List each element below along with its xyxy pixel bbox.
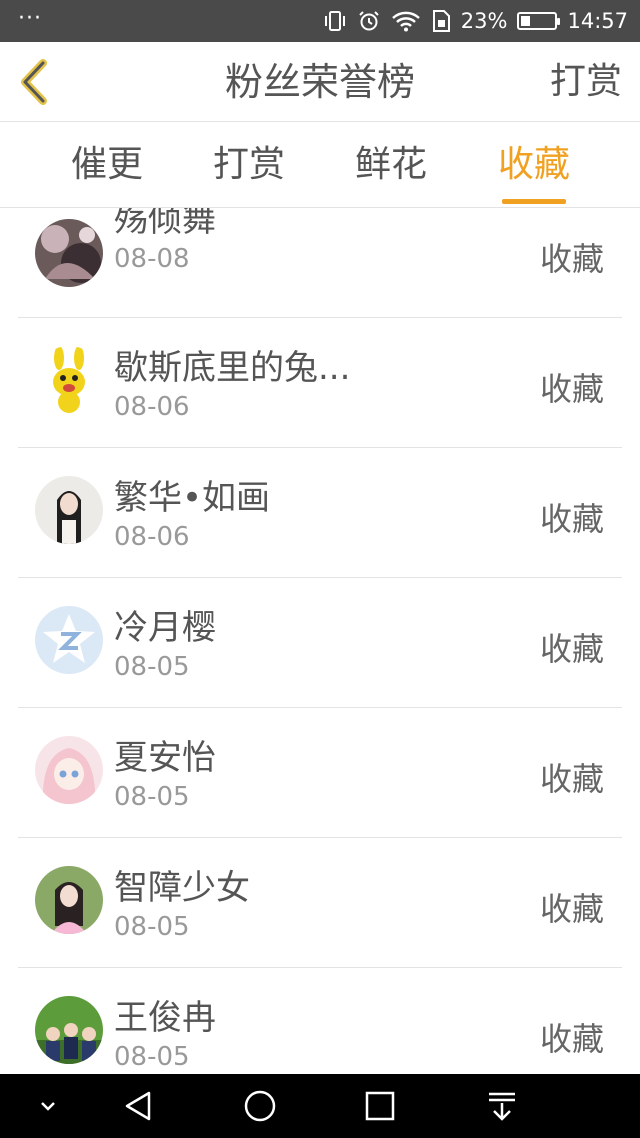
battery-percent: 23% <box>460 9 508 33</box>
circle-home-icon <box>244 1090 276 1122</box>
dark-anime-avatar <box>35 219 103 287</box>
list-item[interactable]: 王俊冉 08-05 收藏 <box>18 968 622 1074</box>
nav-notifications-button[interactable] <box>470 1074 534 1138</box>
pull-down-icon <box>489 1092 515 1121</box>
tab-favorites[interactable]: 收藏 <box>479 122 589 208</box>
status-bar: ··· 23% 14:57 <box>0 0 640 42</box>
nav-back-button[interactable] <box>106 1074 170 1138</box>
nav-collapse-button[interactable] <box>16 1074 80 1138</box>
date: 08-05 <box>114 782 190 812</box>
date: 08-05 <box>114 912 190 942</box>
date: 08-06 <box>114 522 190 552</box>
list-item[interactable]: 歇斯底里的兔... 08-06 收藏 <box>18 318 622 448</box>
list-item[interactable]: 夏安怡 08-05 收藏 <box>18 708 622 838</box>
nav-home-button[interactable] <box>228 1074 292 1138</box>
clock: 14:57 <box>567 9 628 33</box>
action-label: 收藏 <box>539 760 604 798</box>
list-item[interactable]: 殇倾舞 08-08 收藏 <box>18 208 622 318</box>
action-label: 收藏 <box>539 890 604 928</box>
date: 08-05 <box>114 652 190 682</box>
square-recents-icon <box>365 1091 395 1121</box>
tab-tip[interactable]: 打赏 <box>194 122 304 208</box>
status-notification-dots: ··· <box>18 6 42 31</box>
user-name: 智障少女 <box>114 868 250 908</box>
user-name: 王俊冉 <box>114 998 216 1038</box>
active-tab-indicator <box>502 199 566 204</box>
back-button[interactable] <box>12 56 56 108</box>
system-nav-bar <box>0 1074 640 1138</box>
app-header: 粉丝荣誉榜 打赏 <box>0 42 640 122</box>
list-item[interactable]: 繁华•如画 08-06 收藏 <box>18 448 622 578</box>
nav-recents-button[interactable] <box>348 1074 412 1138</box>
action-label: 收藏 <box>539 500 604 538</box>
action-label: 收藏 <box>539 240 604 278</box>
girl-garden-avatar <box>35 866 103 934</box>
yellow-rabbit-avatar <box>35 346 103 414</box>
girl-photo-avatar <box>35 476 103 544</box>
triangle-back-icon <box>125 1091 151 1121</box>
list-item[interactable]: 冷月樱 08-05 收藏 <box>18 578 622 708</box>
page-title: 粉丝荣誉榜 <box>224 60 415 104</box>
user-name: 夏安怡 <box>114 738 216 778</box>
tab-bar: 催更 打赏 鲜花 收藏 <box>0 122 640 208</box>
action-label: 收藏 <box>539 630 604 668</box>
tip-button[interactable]: 打赏 <box>550 42 622 122</box>
fan-list: 殇倾舞 08-08 收藏 歇斯底里的兔... 08-06 收藏 繁华•如画 08… <box>0 208 640 1074</box>
date: 08-08 <box>114 244 190 274</box>
action-label: 收藏 <box>539 370 604 408</box>
chevron-down-icon <box>41 1102 55 1111</box>
user-name: 殇倾舞 <box>114 208 216 240</box>
kids-photo-avatar <box>35 996 103 1064</box>
action-label: 收藏 <box>539 1020 604 1058</box>
anime-girl-avatar <box>35 736 103 804</box>
sim-icon <box>431 9 451 33</box>
date: 08-05 <box>114 1042 190 1072</box>
tab-urge[interactable]: 催更 <box>52 122 162 208</box>
tab-flowers[interactable]: 鲜花 <box>336 122 446 208</box>
battery-icon <box>517 12 561 30</box>
vibrate-icon <box>323 9 347 33</box>
chevron-left-icon <box>21 59 47 105</box>
list-item[interactable]: 智障少女 08-05 收藏 <box>18 838 622 968</box>
wifi-icon <box>391 9 421 33</box>
date: 08-06 <box>114 392 190 422</box>
user-name: 繁华•如画 <box>114 478 271 518</box>
default-qq-avatar <box>35 606 103 674</box>
user-name: 冷月樱 <box>114 608 216 648</box>
user-name: 歇斯底里的兔... <box>114 348 351 388</box>
alarm-icon <box>357 9 381 33</box>
